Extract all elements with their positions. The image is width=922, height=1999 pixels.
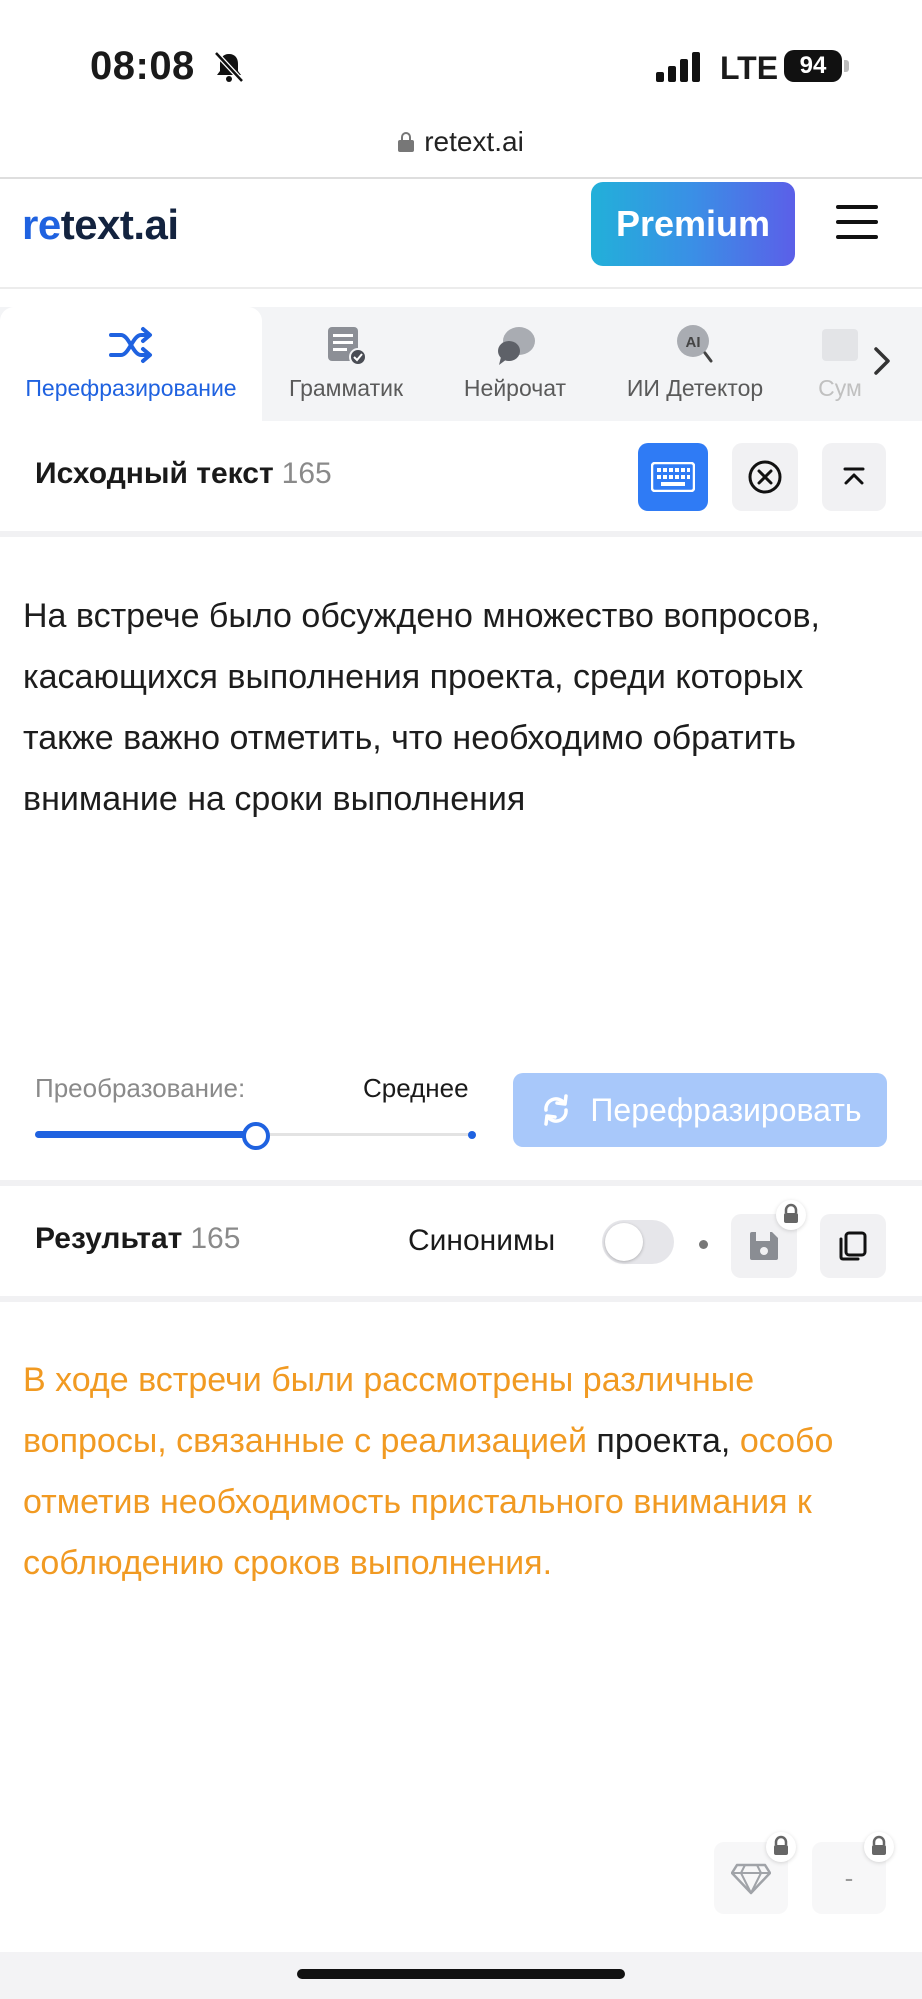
premium-button[interactable]: Premium <box>591 182 795 266</box>
home-indicator[interactable] <box>297 1969 625 1979</box>
result-text: В ходе встречи были рассмотрены различны… <box>23 1350 893 1594</box>
url-bar[interactable]: retext.ai <box>0 120 922 178</box>
status-time: 08:08 <box>90 44 195 88</box>
result-header: Результат 165 Синонимы <box>0 1186 922 1296</box>
lock-badge <box>766 1832 796 1862</box>
collapse-up-icon <box>843 467 865 485</box>
transform-slider-fill <box>35 1131 257 1138</box>
divider <box>0 1296 922 1302</box>
shuffle-icon <box>109 327 152 363</box>
site-header: retext.ai Premium <box>0 179 922 287</box>
logo-accent: re <box>22 201 61 248</box>
bell-muted-icon <box>214 51 244 83</box>
battery-icon: 94 <box>784 50 842 82</box>
divider <box>0 287 922 289</box>
result-char-count: 165 <box>190 1222 241 1255</box>
lock-icon <box>784 1203 798 1223</box>
status-bar: 08:08 LTE 94 <box>0 0 922 120</box>
transform-label: Преобразование: <box>35 1073 246 1103</box>
tab-neurochat[interactable]: Нейрочат <box>440 307 590 421</box>
network-type: LTE <box>720 50 779 86</box>
grammar-doc-icon <box>328 327 367 366</box>
battery-level: 94 <box>799 52 827 79</box>
close-circle-icon <box>748 460 782 494</box>
tabs-scroll-right[interactable] <box>862 335 902 387</box>
divider <box>0 531 922 537</box>
save-icon <box>750 1232 778 1260</box>
transform-slider-end <box>468 1131 476 1139</box>
rephrase-button[interactable]: Перефразировать <box>513 1073 887 1147</box>
result-title-label: Результат <box>35 1222 183 1255</box>
keyboard-icon <box>651 462 695 492</box>
tab-ai-detector[interactable]: AI ИИ Детектор <box>610 307 780 421</box>
copy-button[interactable] <box>820 1214 886 1278</box>
transform-slider-thumb[interactable] <box>242 1122 270 1150</box>
source-title-label: Исходный текст <box>35 457 274 490</box>
synonyms-toggle[interactable] <box>602 1220 674 1264</box>
battery-nub <box>844 60 849 72</box>
signal-icon <box>656 52 700 82</box>
transform-value: Среднее <box>363 1073 469 1103</box>
source-header: Исходный текст 165 <box>0 421 922 531</box>
refresh-icon <box>544 1094 569 1126</box>
summary-icon <box>822 329 858 361</box>
keyboard-button[interactable] <box>638 443 708 511</box>
source-text-input[interactable]: На встрече было обсуждено множество вопр… <box>23 586 893 830</box>
lock-badge <box>776 1200 806 1230</box>
diamond-icon <box>731 1863 771 1895</box>
tool-tabs: Перефразирование Грамматик Нейрочат AI И… <box>0 307 922 421</box>
tab-label: ИИ Детектор <box>626 375 764 401</box>
tab-label: Грамматик <box>288 375 404 401</box>
copy-icon <box>839 1231 867 1261</box>
tab-grammar[interactable]: Грамматик <box>270 307 422 421</box>
lock-icon <box>398 132 415 152</box>
source-title: Исходный текст 165 <box>35 457 332 491</box>
collapse-button[interactable] <box>822 443 886 511</box>
clear-text-button[interactable] <box>732 443 798 511</box>
logo[interactable]: retext.ai <box>22 201 179 249</box>
source-char-count: 165 <box>281 457 332 490</box>
separator-dot <box>699 1240 708 1249</box>
url-text: retext.ai <box>424 126 524 157</box>
chevron-right-icon <box>874 347 890 375</box>
hamburger-menu-icon[interactable] <box>836 205 878 239</box>
synonyms-label: Синонимы <box>408 1224 556 1257</box>
tab-label: Перефразирование <box>25 375 237 401</box>
result-title: Результат 165 <box>35 1222 240 1256</box>
rephrase-label: Перефразировать <box>590 1091 862 1128</box>
tab-label: Нейрочат <box>463 375 567 401</box>
result-unchanged-segment: проекта, <box>586 1422 740 1460</box>
tab-paraphrase[interactable]: Перефразирование <box>0 307 262 421</box>
svg-text:AI: AI <box>686 334 701 351</box>
lock-icon <box>774 1835 788 1855</box>
lock-badge <box>864 1832 894 1862</box>
lock-icon <box>872 1835 886 1855</box>
ai-detector-icon: AI <box>677 325 713 363</box>
chat-bubbles-icon <box>498 327 535 365</box>
logo-rest: text.ai <box>60 201 179 248</box>
toggle-knob <box>605 1223 643 1261</box>
